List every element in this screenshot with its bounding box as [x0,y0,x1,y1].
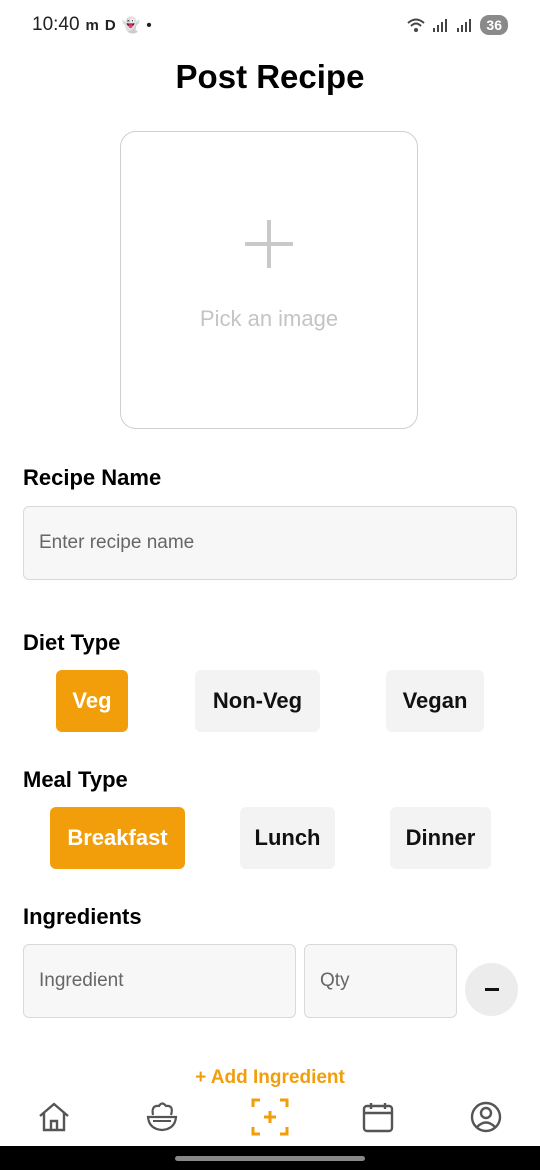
nav-calendar[interactable] [348,1092,408,1142]
image-picker[interactable]: Pick an image [120,131,418,429]
nav-home[interactable] [24,1092,84,1142]
diet-option-veg[interactable]: Veg [56,670,128,732]
pick-image-text: Pick an image [199,306,339,331]
qty-placeholder: Qty [320,970,350,991]
nav-profile[interactable] [456,1092,516,1142]
plus-icon [245,220,293,268]
recipe-name-input[interactable]: Enter recipe name [23,506,517,580]
m-app-icon: m [85,16,99,34]
d-app-icon: D [104,16,116,34]
add-ingredient-button[interactable]: + Add Ingredient [0,1067,540,1089]
bottom-nav [0,1088,540,1146]
home-icon [39,1102,69,1132]
meal-type-label: Meal Type [23,767,128,792]
recipe-name-placeholder: Enter recipe name [39,532,195,553]
remove-ingredient-button[interactable] [465,963,518,1016]
signal-icon-2 [457,19,472,32]
qty-input[interactable]: Qty [304,944,457,1018]
signal-icon [433,19,448,32]
page-title: Post Recipe [175,58,365,95]
nav-recipes[interactable] [132,1092,192,1142]
gesture-bar [0,1146,540,1170]
dot-icon: • [146,16,152,34]
nav-post[interactable] [240,1092,300,1142]
diet-type-label: Diet Type [23,630,121,655]
ingredients-label: Ingredients [23,904,142,929]
profile-icon [470,1101,502,1133]
gesture-handle[interactable] [175,1155,365,1161]
diet-option-non-veg[interactable]: Non-Veg [195,670,320,732]
battery-icon: 36 [480,15,508,35]
minus-icon [484,988,499,991]
recipe-name-label: Recipe Name [23,465,162,490]
calendar-icon [362,1103,394,1133]
meal-option-dinner[interactable]: Dinner [390,807,491,869]
ingredient-input[interactable]: Ingredient [23,944,296,1018]
status-bar: 10:40 m D 👻 • 36 [0,0,540,50]
post-icon [251,1098,289,1136]
wifi-icon [407,18,426,32]
meal-option-breakfast[interactable]: Breakfast [50,807,185,869]
diet-option-vegan[interactable]: Vegan [386,670,484,732]
snapchat-icon: 👻 [121,17,141,34]
recipes-icon [146,1102,178,1132]
meal-option-lunch[interactable]: Lunch [240,807,335,869]
ingredient-placeholder: Ingredient [39,970,124,991]
status-time: 10:40 [32,14,80,35]
